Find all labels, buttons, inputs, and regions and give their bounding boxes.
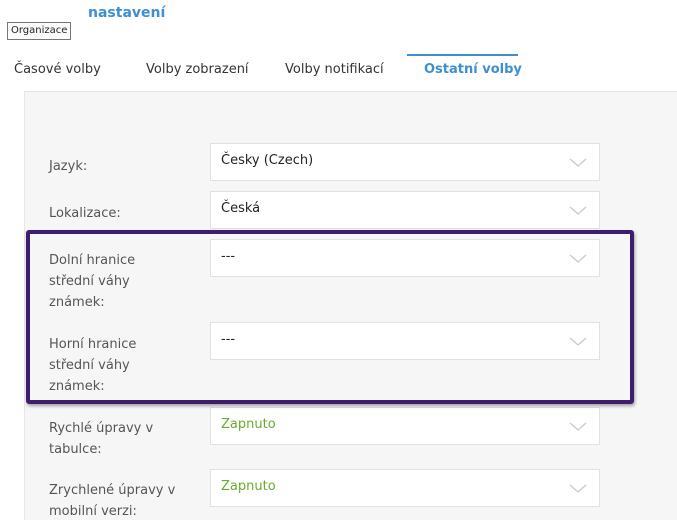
- chevron-down-icon: [569, 337, 587, 346]
- select-value: Zapnuto: [221, 417, 276, 432]
- chevron-down-icon: [569, 422, 587, 431]
- tab-casove-volby[interactable]: Časové volby: [14, 59, 101, 81]
- select-value: Zapnuto: [221, 479, 276, 494]
- tooltip-organizace: Organizace: [7, 22, 72, 40]
- page-title: nastavení: [88, 5, 166, 21]
- select-lokalizace[interactable]: Česká: [210, 191, 600, 229]
- select-zrychlene-upravy[interactable]: Zapnuto: [210, 469, 600, 507]
- tab-volby-notifikaci[interactable]: Volby notifikací: [285, 59, 384, 81]
- tab-ostatni-volby[interactable]: Ostatní volby: [424, 59, 522, 81]
- chevron-down-icon: [569, 158, 587, 167]
- chevron-down-icon: [569, 254, 587, 263]
- select-horni-hranice[interactable]: ---: [210, 322, 600, 360]
- select-dolni-hranice[interactable]: ---: [210, 239, 600, 277]
- select-value: ---: [221, 249, 236, 264]
- chevron-down-icon: [569, 206, 587, 215]
- setting-label-jazyk: Jazyk:: [49, 159, 88, 174]
- setting-label-lokalizace: Lokalizace:: [49, 206, 121, 221]
- setting-label-zrychlene-upravy: Zrychlené úpravy v mobilní verzi:: [49, 483, 176, 519]
- settings-page: nastavení Organizace Časové volby Volby …: [0, 0, 677, 520]
- chevron-down-icon: [569, 484, 587, 493]
- tab-volby-zobrazeni[interactable]: Volby zobrazení: [146, 59, 249, 81]
- active-tab-indicator: [407, 54, 518, 56]
- setting-label-rychle-upravy: Rychlé úpravy v tabulce:: [49, 421, 154, 457]
- select-rychle-upravy[interactable]: Zapnuto: [210, 407, 600, 445]
- select-value: Česky (Czech): [221, 153, 314, 168]
- select-value: Česká: [221, 201, 261, 216]
- setting-label-dolni-hranice: Dolní hranice střední váhy známek:: [49, 253, 136, 310]
- select-value: ---: [221, 332, 236, 347]
- setting-label-horni-hranice: Horní hranice střední váhy známek:: [49, 337, 137, 394]
- select-jazyk[interactable]: Česky (Czech): [210, 143, 600, 181]
